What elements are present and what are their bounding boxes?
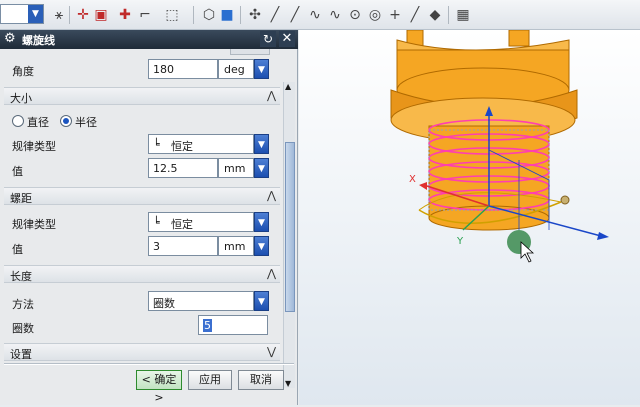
section-length-header[interactable]: 长度 ⋀	[4, 265, 280, 283]
arc-icon[interactable]: ⊙	[346, 6, 364, 24]
spline-icon[interactable]: ∿	[326, 6, 344, 24]
pitch-unit-field[interactable]: mm	[218, 236, 254, 256]
chevron-up-icon[interactable]: ⋀	[267, 89, 276, 102]
length-method-label: 方法	[12, 298, 34, 311]
apply-button[interactable]: 应用	[188, 370, 232, 390]
angle-unit-field[interactable]: deg	[218, 59, 254, 79]
radius-radio[interactable]	[60, 115, 72, 127]
angle-value: 180	[153, 63, 174, 76]
trim-icon[interactable]: ⌐	[136, 6, 154, 24]
scroll-up-icon[interactable]: ▲	[285, 82, 291, 91]
chevron-down-icon[interactable]: ⋁	[267, 345, 276, 358]
gear-icon[interactable]: ⚙	[4, 31, 16, 46]
section-settings-header[interactable]: 设置 ⋁	[4, 343, 280, 361]
line-icon[interactable]: ╱	[406, 6, 424, 24]
section-title: 设置	[10, 348, 32, 361]
shaded-cube-icon[interactable]: ■	[218, 6, 236, 24]
x-axis-label: X	[409, 174, 416, 185]
angle-value-field[interactable]: 180	[148, 59, 218, 79]
x-axis-arrow-icon	[419, 182, 427, 190]
section-size-header[interactable]: 大小 ⋀	[4, 87, 280, 105]
section-title: 大小	[10, 92, 32, 105]
dialog-title-bar: ⚙ 螺旋线 ↻ ✕	[0, 30, 298, 49]
pitch-law-type-select[interactable]: ╘ 恒定	[148, 212, 254, 232]
size-law-type-label: 规律类型	[12, 140, 56, 153]
grid-icon[interactable]: ▦	[454, 6, 472, 24]
end-point-icon[interactable]: ✣	[246, 6, 264, 24]
chevron-down-icon: ▼	[28, 5, 43, 23]
x-axis-arrow-icon	[597, 232, 609, 240]
graphics-viewport[interactable]: X Y	[299, 30, 640, 405]
turns-field[interactable]: 5	[198, 315, 268, 335]
pitch-unit-dropdown[interactable]: ▼	[254, 236, 269, 256]
toolbar-divider	[69, 6, 70, 24]
pitch-value: 3	[153, 240, 160, 253]
snap-icon[interactable]: ⚹	[50, 6, 68, 24]
pitch-value-label: 值	[12, 243, 23, 256]
angle-unit-dropdown[interactable]: ▼	[254, 59, 269, 79]
rectangle-select-icon[interactable]: ⬚	[163, 6, 181, 24]
dialog-scrollbar[interactable]: ▲ ▼	[283, 82, 295, 388]
curve-icon[interactable]: ∿	[306, 6, 324, 24]
size-value-label: 值	[12, 165, 23, 178]
section-title: 长度	[10, 270, 32, 283]
pitch-law-type-label: 规律类型	[12, 218, 56, 231]
cancel-button[interactable]: 取消	[238, 370, 284, 390]
rotate-handle[interactable]	[560, 195, 570, 205]
section-title: 螺距	[10, 192, 32, 205]
size-value-field[interactable]: 12.5	[148, 158, 218, 178]
scroll-down-icon[interactable]: ▼	[285, 379, 291, 388]
angle-unit: deg	[224, 63, 245, 76]
angle-label: 角度	[12, 65, 34, 78]
y-axis-label: Y	[456, 236, 464, 247]
toolbar-divider	[448, 6, 449, 24]
helix-dialog: ⚙ 螺旋线 ↻ ✕ 角度 180 deg ▼ 大小 ⋀ 直径 半径 规律类型 ╘…	[0, 30, 298, 405]
point-icon[interactable]: +	[386, 6, 404, 24]
close-icon[interactable]: ✕	[279, 31, 295, 47]
chevron-up-icon[interactable]: ⋀	[267, 189, 276, 202]
diameter-radio[interactable]	[12, 115, 24, 127]
scrollbar-thumb[interactable]	[285, 142, 295, 312]
pitch-unit: mm	[224, 240, 246, 253]
size-unit-dropdown[interactable]: ▼	[254, 158, 269, 178]
model-canvas[interactable]: X Y	[299, 30, 640, 405]
size-law-type-dropdown[interactable]: ▼	[254, 134, 269, 154]
toolbar-divider	[193, 6, 194, 24]
line-icon[interactable]: ╱	[286, 6, 304, 24]
chevron-up-icon[interactable]: ⋀	[267, 267, 276, 280]
line-icon[interactable]: ╱	[266, 6, 284, 24]
constant-law-icon: ╘	[153, 138, 160, 151]
size-law-type-select[interactable]: ╘ 恒定	[148, 134, 254, 154]
size-unit-field[interactable]: mm	[218, 158, 254, 178]
dialog-title: 螺旋线	[22, 34, 55, 47]
pitch-law-type-dropdown[interactable]: ▼	[254, 212, 269, 232]
section-pitch-header[interactable]: 螺距 ⋀	[4, 187, 280, 205]
fill-icon[interactable]: ◆	[426, 6, 444, 24]
turns-value: 5	[203, 319, 212, 332]
constant-law-icon: ╘	[153, 216, 160, 229]
length-method-value: 圈数	[153, 297, 175, 310]
main-toolbar: ▼ ⚹ ✛ ▣ ✚ ⌐ ⬚ ⬡ ■ ✣ ╱ ╱ ∿ ∿ ⊙ ◎ + ╱ ◆ ▦	[0, 0, 640, 30]
dialog-divider	[4, 363, 294, 365]
size-value: 12.5	[153, 162, 178, 175]
selection-filter-dropdown[interactable]: ▼	[0, 4, 44, 24]
length-method-dropdown[interactable]: ▼	[254, 291, 269, 311]
collapsed-section-edge	[230, 49, 270, 55]
length-method-select[interactable]: 圈数	[148, 291, 254, 311]
radius-label: 半径	[75, 116, 97, 129]
reset-icon[interactable]: ↻	[260, 31, 276, 47]
turns-label: 圈数	[12, 322, 34, 335]
select-box-icon[interactable]: ▣	[92, 6, 110, 24]
wireframe-cube-icon[interactable]: ⬡	[200, 6, 218, 24]
move-icon[interactable]: ✚	[116, 6, 134, 24]
ok-button[interactable]: < 确定 >	[136, 370, 182, 404]
diameter-label: 直径	[27, 116, 49, 129]
size-law-type-value: 恒定	[171, 140, 193, 153]
size-unit: mm	[224, 162, 246, 175]
toolbar-divider	[240, 6, 241, 24]
pitch-value-field[interactable]: 3	[148, 236, 218, 256]
circle-icon[interactable]: ◎	[366, 6, 384, 24]
pitch-law-type-value: 恒定	[171, 218, 193, 231]
point-snap-icon[interactable]: ✛	[74, 6, 92, 24]
